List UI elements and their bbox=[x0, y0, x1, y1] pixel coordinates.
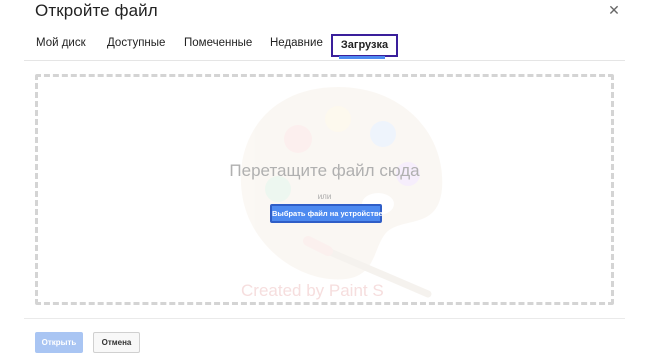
footer-divider bbox=[24, 318, 625, 319]
watermark-text: Created by Paint S bbox=[241, 281, 384, 300]
tab-starred[interactable]: Помеченные bbox=[184, 37, 252, 49]
tab-upload[interactable]: Загрузка bbox=[331, 34, 398, 57]
tab-recent[interactable]: Недавние bbox=[270, 37, 323, 49]
choose-file-button[interactable]: Выбрать файл на устройстве bbox=[270, 204, 383, 223]
tab-bar: Мой диск Доступные Помеченные Недавние З… bbox=[24, 30, 625, 60]
open-file-dialog: Откройте файл ✕ Мой диск Доступные Помеч… bbox=[0, 0, 659, 362]
tabs-divider bbox=[24, 60, 625, 61]
active-tab-indicator bbox=[339, 56, 385, 59]
tab-shared[interactable]: Доступные bbox=[107, 37, 165, 49]
cancel-button[interactable]: Отмена bbox=[93, 332, 140, 353]
close-icon[interactable]: ✕ bbox=[606, 2, 622, 18]
or-separator: или bbox=[317, 192, 332, 201]
dialog-title: Откройте файл bbox=[35, 1, 158, 20]
file-drop-zone[interactable]: Перетащите файл сюда или Выбрать файл на… bbox=[35, 74, 614, 305]
tab-my-drive[interactable]: Мой диск bbox=[36, 37, 86, 49]
open-button[interactable]: Открыть bbox=[35, 332, 83, 353]
drop-instruction: Перетащите файл сюда bbox=[229, 161, 420, 180]
